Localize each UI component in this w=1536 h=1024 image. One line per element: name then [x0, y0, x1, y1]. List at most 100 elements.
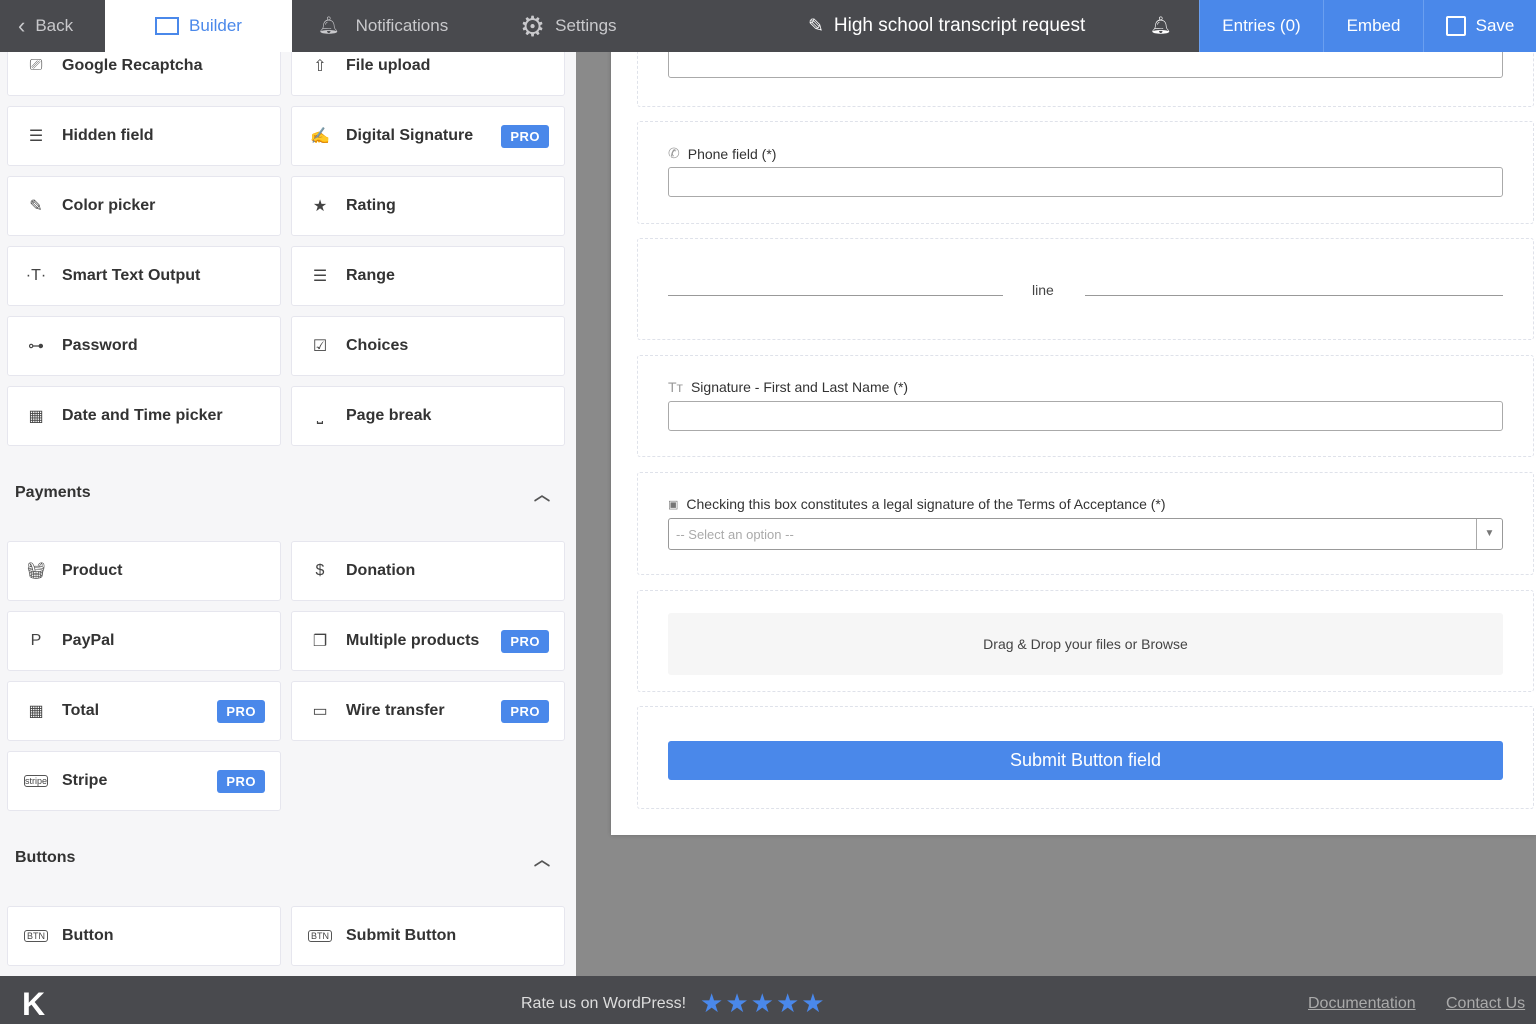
form-title[interactable]: ✎High school transcript request — [808, 0, 1085, 52]
field-label: Rating — [346, 197, 396, 215]
entries-button[interactable]: Entries (0) — [1199, 0, 1323, 52]
text-icon: Tт — [668, 379, 683, 395]
field-label: Donation — [346, 562, 415, 580]
coins-icon: $ — [308, 562, 332, 580]
phone-label: Phone field (*) — [688, 146, 777, 162]
form-canvas: ✆Phone field (*) line TтSignature - Firs… — [611, 30, 1536, 835]
star-icon[interactable]: ★ — [700, 988, 725, 1018]
field-label: Total — [62, 702, 99, 720]
dropdown-arrow-icon: ▼ — [1476, 519, 1502, 549]
phone-input[interactable] — [668, 167, 1503, 197]
file-dropzone[interactable]: Drag & Drop your files or Browse — [668, 613, 1503, 675]
field-label: Button — [62, 927, 114, 945]
star-icon: ★ — [308, 196, 332, 216]
field-label: Smart Text Output — [62, 267, 200, 285]
field-paypal[interactable]: P PayPal — [7, 611, 281, 671]
star-icon[interactable]: ★ — [725, 988, 750, 1018]
gear-icon: ⚙ — [520, 10, 545, 43]
checkbox-icon: ▣ — [668, 498, 678, 511]
field-label: Date and Time picker — [62, 407, 223, 425]
page-break-icon: ⎵ — [308, 407, 332, 425]
field-label: Product — [62, 562, 122, 580]
field-stripe[interactable]: stripeStripePRO — [7, 751, 281, 811]
field-label: Wire transfer — [346, 702, 445, 720]
back-button[interactable]: ‹Back — [0, 0, 105, 52]
choices-icon: ☑ — [308, 336, 332, 356]
key-icon: ⊶ — [24, 336, 48, 356]
star-icon[interactable]: ★ — [751, 988, 776, 1018]
pro-badge: PRO — [501, 630, 549, 653]
signature-icon: ✍ — [308, 126, 332, 146]
field-button[interactable]: BTNButton — [7, 906, 281, 966]
terms-select[interactable]: -- Select an option -- ▼ — [668, 518, 1503, 550]
field-label: Color picker — [62, 197, 155, 215]
submit-button[interactable]: Submit Button field — [668, 741, 1503, 780]
field-smart-text-output[interactable]: ·T· Smart Text Output — [7, 246, 281, 306]
pro-badge: PRO — [501, 700, 549, 723]
calculator-icon: ▦ — [24, 701, 48, 721]
signature-label: Signature - First and Last Name (*) — [691, 379, 908, 395]
field-label: Multiple products — [346, 632, 479, 650]
bell-icon: 🔔︎ — [318, 16, 340, 36]
hidden-icon: ☰ — [24, 126, 48, 146]
field-password[interactable]: ⊶ Password — [7, 316, 281, 376]
btn-icon: BTN — [308, 930, 332, 942]
text-icon: ·T· — [24, 267, 48, 285]
upload-icon: ⇧ — [308, 56, 332, 76]
divider-line — [668, 295, 1003, 296]
field-label: Choices — [346, 337, 408, 355]
chevron-up-icon[interactable]: ︿ — [534, 846, 550, 870]
basket-icon: 🧺︎ — [24, 561, 48, 581]
chevron-up-icon[interactable]: ︿ — [534, 481, 550, 505]
footer: K Rate us on WordPress! ★★★★★ Documentat… — [0, 976, 1536, 1024]
field-label: Digital Signature — [346, 127, 473, 145]
field-range[interactable]: ☰Range — [291, 246, 565, 306]
field-google-recaptcha[interactable]: ⎚ Google Recaptcha — [7, 52, 281, 96]
field-color-picker[interactable]: ✎Color picker — [7, 176, 281, 236]
floppy-icon — [1446, 16, 1466, 36]
stripe-icon: stripe — [24, 775, 48, 787]
tab-settings[interactable]: ⚙Settings — [520, 0, 617, 52]
documentation-link[interactable]: Documentation — [1308, 995, 1416, 1013]
field-page-break[interactable]: ⎵Page break — [291, 386, 565, 446]
field-product[interactable]: 🧺︎ Product — [7, 541, 281, 601]
field-sidebar: ⎚ Google Recaptcha ⇧File upload☰Hidden fie… — [0, 52, 576, 976]
tab-builder[interactable]: Builder — [105, 0, 292, 52]
terms-label: Checking this box constitutes a legal si… — [686, 496, 1165, 512]
field-block-line[interactable] — [637, 238, 1534, 340]
field-digital-signature[interactable]: ✍Digital SignaturePRO — [291, 106, 565, 166]
contact-link[interactable]: Contact Us — [1446, 995, 1525, 1013]
section-payments[interactable]: Payments︿ — [0, 456, 576, 530]
field-rating[interactable]: ★ Rating — [291, 176, 565, 236]
paypal-icon: P — [24, 632, 48, 650]
field-date-and-time-picker[interactable]: ▦Date and Time picker — [7, 386, 281, 446]
field-submit-button[interactable]: BTN Submit Button — [291, 906, 565, 966]
pro-badge: PRO — [217, 700, 265, 723]
tab-notifications[interactable]: 🔔︎Notifications — [318, 0, 448, 52]
field-choices[interactable]: ☑ Choices — [291, 316, 565, 376]
field-total[interactable]: ▦ Total PRO — [7, 681, 281, 741]
field-label: Google Recaptcha — [62, 57, 202, 75]
save-button[interactable]: Save — [1423, 0, 1536, 52]
notifications-bell-button[interactable]: 🔔︎ — [1150, 0, 1172, 52]
field-multiple-products[interactable]: ❐ Multiple products PRO — [291, 611, 565, 671]
field-donation[interactable]: $ Donation — [291, 541, 565, 601]
field-label: Submit Button — [346, 927, 456, 945]
copy-icon: ❐ — [308, 631, 332, 651]
field-hidden-field[interactable]: ☰Hidden field — [7, 106, 281, 166]
field-wire-transfer[interactable]: ▭Wire transferPRO — [291, 681, 565, 741]
embed-button[interactable]: Embed — [1323, 0, 1423, 52]
field-file-upload[interactable]: ⇧File upload — [291, 52, 565, 96]
signature-input[interactable] — [668, 401, 1503, 431]
range-icon: ☰ — [308, 266, 332, 286]
top-bar: ‹Back Builder 🔔︎Notifications ⚙Settings … — [0, 0, 1536, 52]
field-label: PayPal — [62, 632, 114, 650]
edit-icon: ✎ — [808, 15, 824, 38]
rate-text: Rate us on WordPress! — [521, 995, 686, 1013]
section-buttons[interactable]: Buttons︿ — [0, 821, 576, 895]
field-label: Password — [62, 337, 138, 355]
star-icon[interactable]: ★ — [776, 988, 801, 1018]
star-icon[interactable]: ★ — [801, 988, 826, 1018]
rating-stars[interactable]: ★★★★★ — [700, 988, 827, 1019]
recaptcha-icon: ⎚ — [24, 57, 48, 75]
